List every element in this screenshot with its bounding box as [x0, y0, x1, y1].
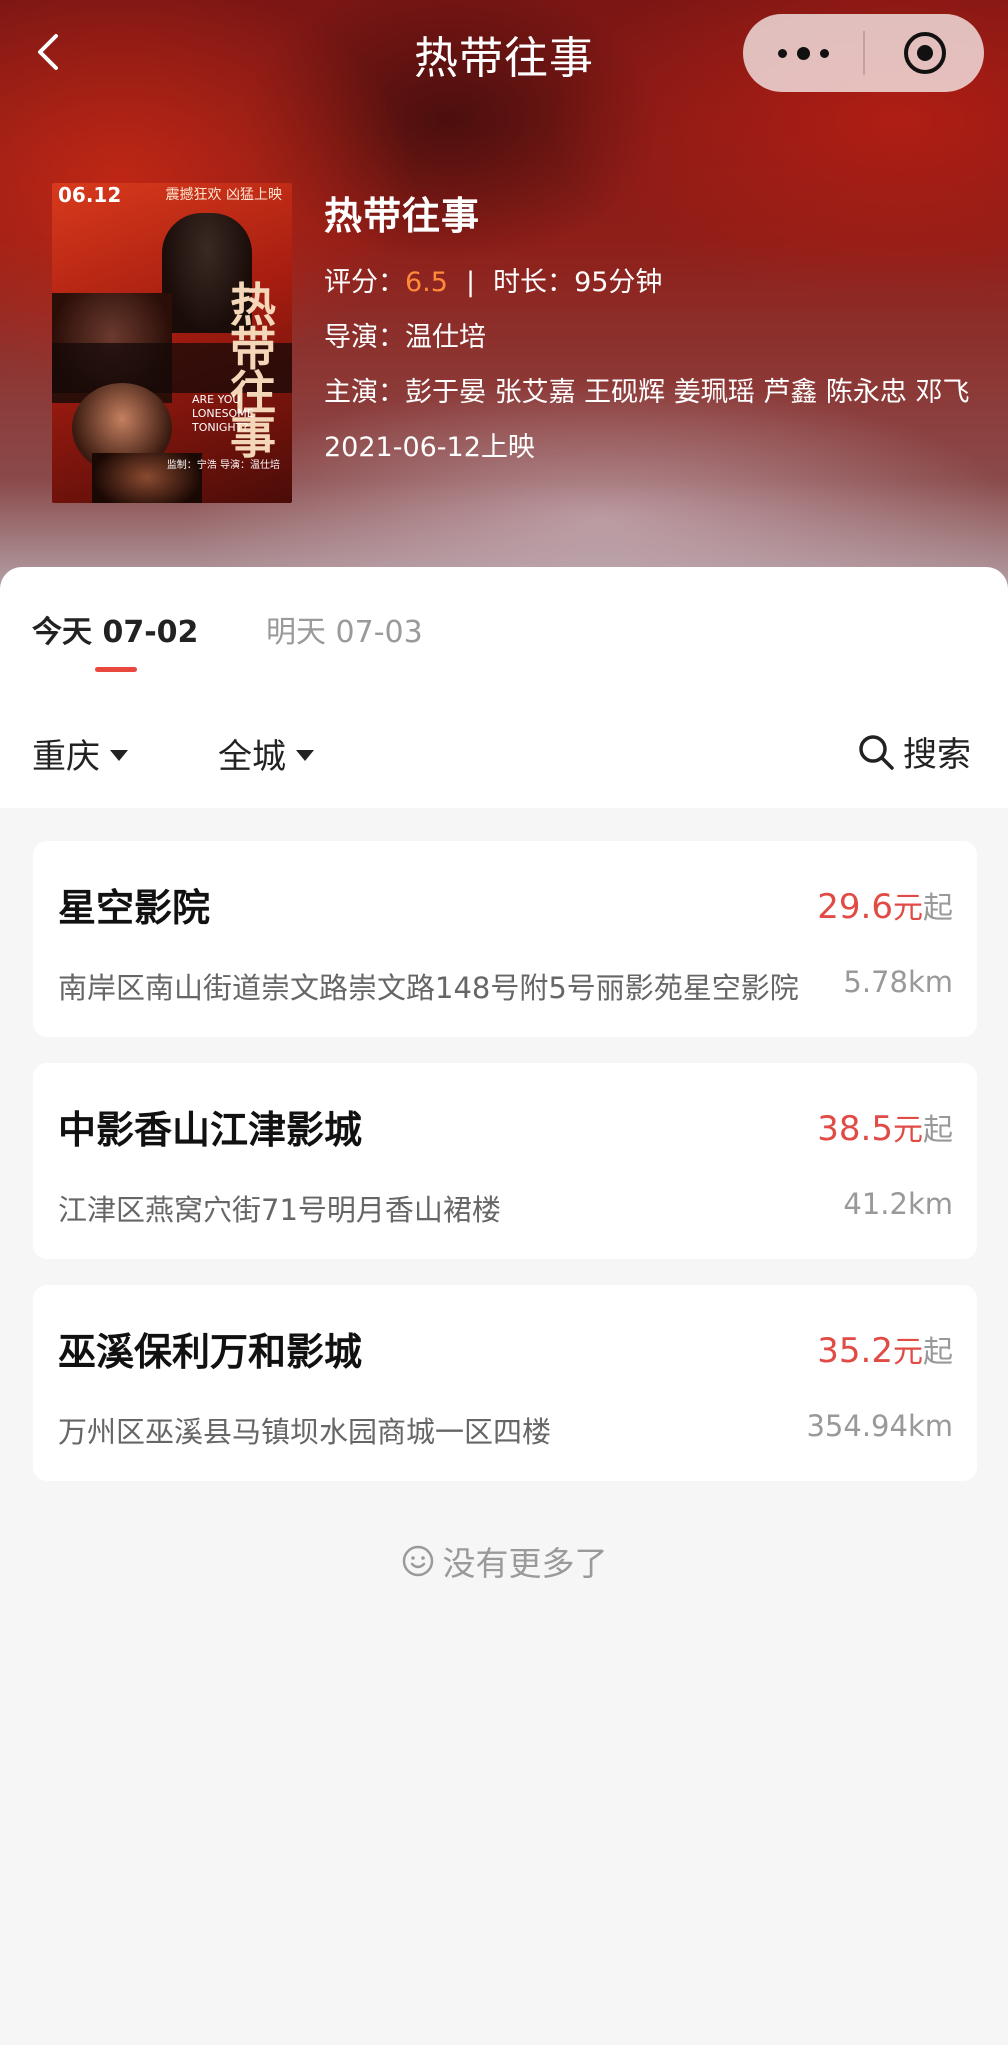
cinema-name: 巫溪保利万和影城 — [58, 1330, 363, 1374]
more-dots-icon-center — [796, 46, 810, 60]
score-label: 评分： — [324, 267, 405, 298]
mini-program-capsule — [743, 14, 984, 92]
movie-title: 热带往事 — [324, 194, 481, 238]
cinema-address: 南岸区南山街道崇文路崇文路148号附5号丽影苑星空影院 — [58, 971, 799, 1005]
cast-label: 主演： — [324, 377, 405, 408]
search-button[interactable]: 搜索 — [857, 727, 971, 776]
poster-credit: 监制：宁浩 导演：温仕培 — [166, 460, 280, 471]
movie-duration: 95分钟 — [574, 267, 663, 298]
price-unit: 元 — [893, 891, 923, 926]
cinema-price: 35.2元起 — [817, 1327, 953, 1371]
triangle-down-icon — [110, 750, 128, 761]
movie-poster: 06.12 震撼狂欢 凶猛上映 热带往事 ARE YOU LONESOME TO… — [52, 183, 292, 503]
price-value: 35.2 — [817, 1331, 893, 1371]
movie-info: 热带往事 评分：6.5 | 时长：95分钟 导演：温仕培 主演：彭于晏 张艾嘉 王砚… — [324, 185, 984, 482]
price-unit: 元 — [893, 1335, 923, 1370]
separator: | — [465, 267, 476, 298]
poster-date: 06.12 — [58, 183, 122, 207]
cinema-address: 万州区巫溪县马镇坝水园商城一区四楼 — [58, 1415, 552, 1449]
active-tab-indicator — [95, 667, 137, 672]
poster-title-en: ARE YOU LONESOME TONIGHT? — [192, 393, 254, 434]
price-suffix: 起 — [923, 891, 953, 926]
movie-cast: 彭于晏 张艾嘉 王砚辉 姜珮瑶 芦鑫 陈永忠 邓飞 — [405, 377, 970, 408]
end-of-list: 没有更多了 — [0, 1537, 1008, 1585]
price-suffix: 起 — [923, 1335, 953, 1370]
district-dropdown[interactable]: 全城 — [218, 729, 314, 778]
movie-score: 6.5 — [405, 267, 448, 298]
cinema-price: 38.5元起 — [817, 1105, 953, 1149]
search-icon — [859, 734, 894, 770]
tab-tomorrow[interactable]: 明天 07-03 — [266, 607, 423, 651]
more-menu-button[interactable] — [743, 14, 863, 92]
district-label: 全城 — [218, 737, 286, 777]
cast-line: 主演：彭于晏 张艾嘉 王砚辉 姜珮瑶 芦鑫 陈永忠 邓飞 — [324, 372, 984, 414]
poster-tagline: 震撼狂欢 凶猛上映 — [165, 187, 282, 203]
cinema-name: 中影香山江津影城 — [58, 1108, 363, 1152]
price-value: 38.5 — [817, 1109, 893, 1149]
city-dropdown[interactable]: 重庆 — [32, 729, 128, 778]
city-label: 重庆 — [32, 737, 100, 777]
tab-today[interactable]: 今天 07-02 — [32, 607, 198, 651]
director-label: 导演： — [324, 322, 405, 353]
triangle-down-icon — [296, 750, 314, 761]
price-suffix: 起 — [923, 1113, 953, 1148]
target-icon — [903, 32, 946, 74]
more-dots-icon-right — [819, 48, 829, 58]
cinema-card[interactable]: 星空影院 29.6元起 南岸区南山街道崇文路崇文路148号附5号丽影苑星空影院 … — [33, 841, 977, 1037]
cinema-name: 星空影院 — [58, 886, 211, 930]
filter-panel: 今天 07-02 明天 07-03 重庆 全城 搜索 — [0, 567, 1008, 808]
director-line: 导演：温仕培 — [324, 317, 984, 359]
close-miniprogram-button[interactable] — [865, 14, 984, 92]
cinema-distance: 5.78km — [843, 965, 953, 999]
more-dots-icon — [777, 48, 787, 58]
movie-director: 温仕培 — [405, 322, 486, 353]
no-more-label: 没有更多了 — [442, 1544, 608, 1583]
score-duration-line: 评分：6.5 | 时长：95分钟 — [324, 262, 984, 304]
cinema-price: 29.6元起 — [817, 883, 953, 927]
cinema-card[interactable]: 巫溪保利万和影城 35.2元起 万州区巫溪县马镇坝水园商城一区四楼 354.94… — [33, 1285, 977, 1481]
navigation-bar: 热带往事 — [0, 0, 1008, 108]
cinema-address: 江津区燕窝穴街71号明月香山裙楼 — [58, 1193, 501, 1227]
duration-label: 时长： — [493, 267, 575, 298]
price-unit: 元 — [893, 1113, 923, 1148]
cinema-card[interactable]: 中影香山江津影城 38.5元起 江津区燕窝穴街71号明月香山裙楼 41.2km — [33, 1063, 977, 1259]
price-value: 29.6 — [817, 887, 893, 927]
search-label: 搜索 — [903, 735, 971, 775]
cinema-distance: 354.94km — [806, 1409, 953, 1443]
cinema-distance: 41.2km — [843, 1187, 953, 1221]
smile-icon — [402, 1545, 433, 1577]
release-date: 2021-06-12上映 — [324, 432, 535, 463]
